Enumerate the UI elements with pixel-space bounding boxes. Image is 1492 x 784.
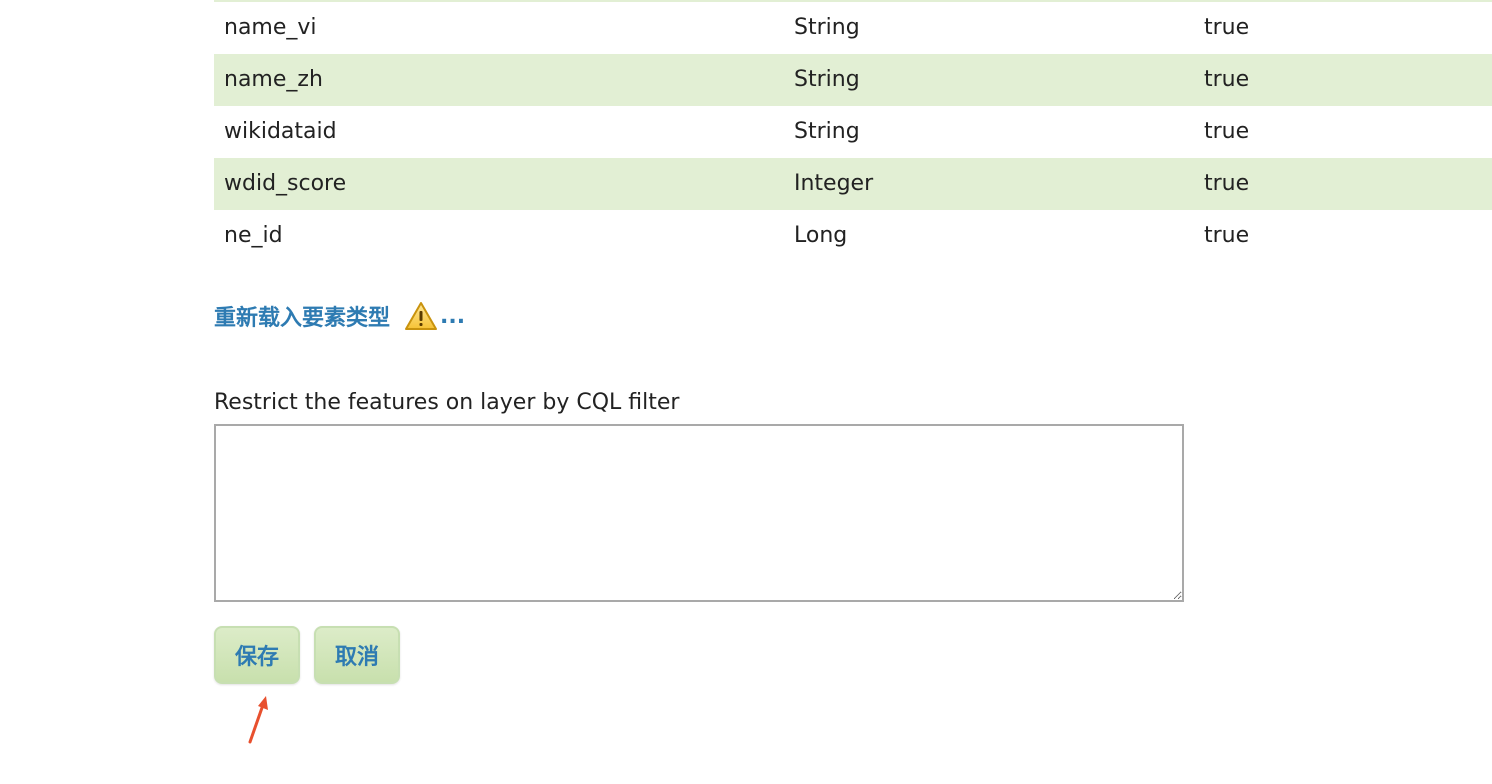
table-row: wikidataid String true xyxy=(214,106,1492,158)
table-row: wdid_score Integer true xyxy=(214,158,1492,210)
attribute-type: Long xyxy=(794,223,848,248)
attribute-type: String xyxy=(794,15,860,40)
reload-ellipsis: ... xyxy=(440,303,466,329)
attribute-nillable: true xyxy=(1204,119,1250,144)
cancel-button-label: 取消 xyxy=(334,645,379,670)
reload-feature-type-link[interactable]: 重新载入要素类型 ... xyxy=(214,300,465,332)
attribute-nillable: true xyxy=(1204,15,1250,40)
cancel-button[interactable]: 取消 xyxy=(314,626,400,684)
cql-filter-label: Restrict the features on layer by CQL fi… xyxy=(214,390,680,415)
layer-edit-page: name_vi String true name_zh String true … xyxy=(0,0,1492,784)
annotation-arrow-icon xyxy=(248,696,268,744)
attribute-type: String xyxy=(794,119,860,144)
table-row: ne_id Long true xyxy=(214,210,1492,262)
attribute-nillable: true xyxy=(1204,223,1250,248)
attribute-name: name_vi xyxy=(224,15,317,40)
warning-icon xyxy=(404,301,438,331)
attribute-table: name_vi String true name_zh String true … xyxy=(214,2,1492,262)
attribute-type: String xyxy=(794,67,860,92)
save-button-label: 保存 xyxy=(234,645,279,670)
cql-filter-textarea[interactable] xyxy=(214,424,1184,602)
table-row: name_vi String true xyxy=(214,2,1492,54)
attribute-nillable: true xyxy=(1204,67,1250,92)
attribute-name: wikidataid xyxy=(224,119,337,144)
table-row: name_zh String true xyxy=(214,54,1492,106)
attribute-type: Integer xyxy=(794,171,874,196)
attribute-name: name_zh xyxy=(224,67,323,92)
save-button[interactable]: 保存 xyxy=(214,626,300,684)
attribute-name: wdid_score xyxy=(224,171,347,196)
reload-feature-type-label: 重新载入要素类型 xyxy=(214,306,391,331)
attribute-name: ne_id xyxy=(224,223,283,248)
attribute-nillable: true xyxy=(1204,171,1250,196)
